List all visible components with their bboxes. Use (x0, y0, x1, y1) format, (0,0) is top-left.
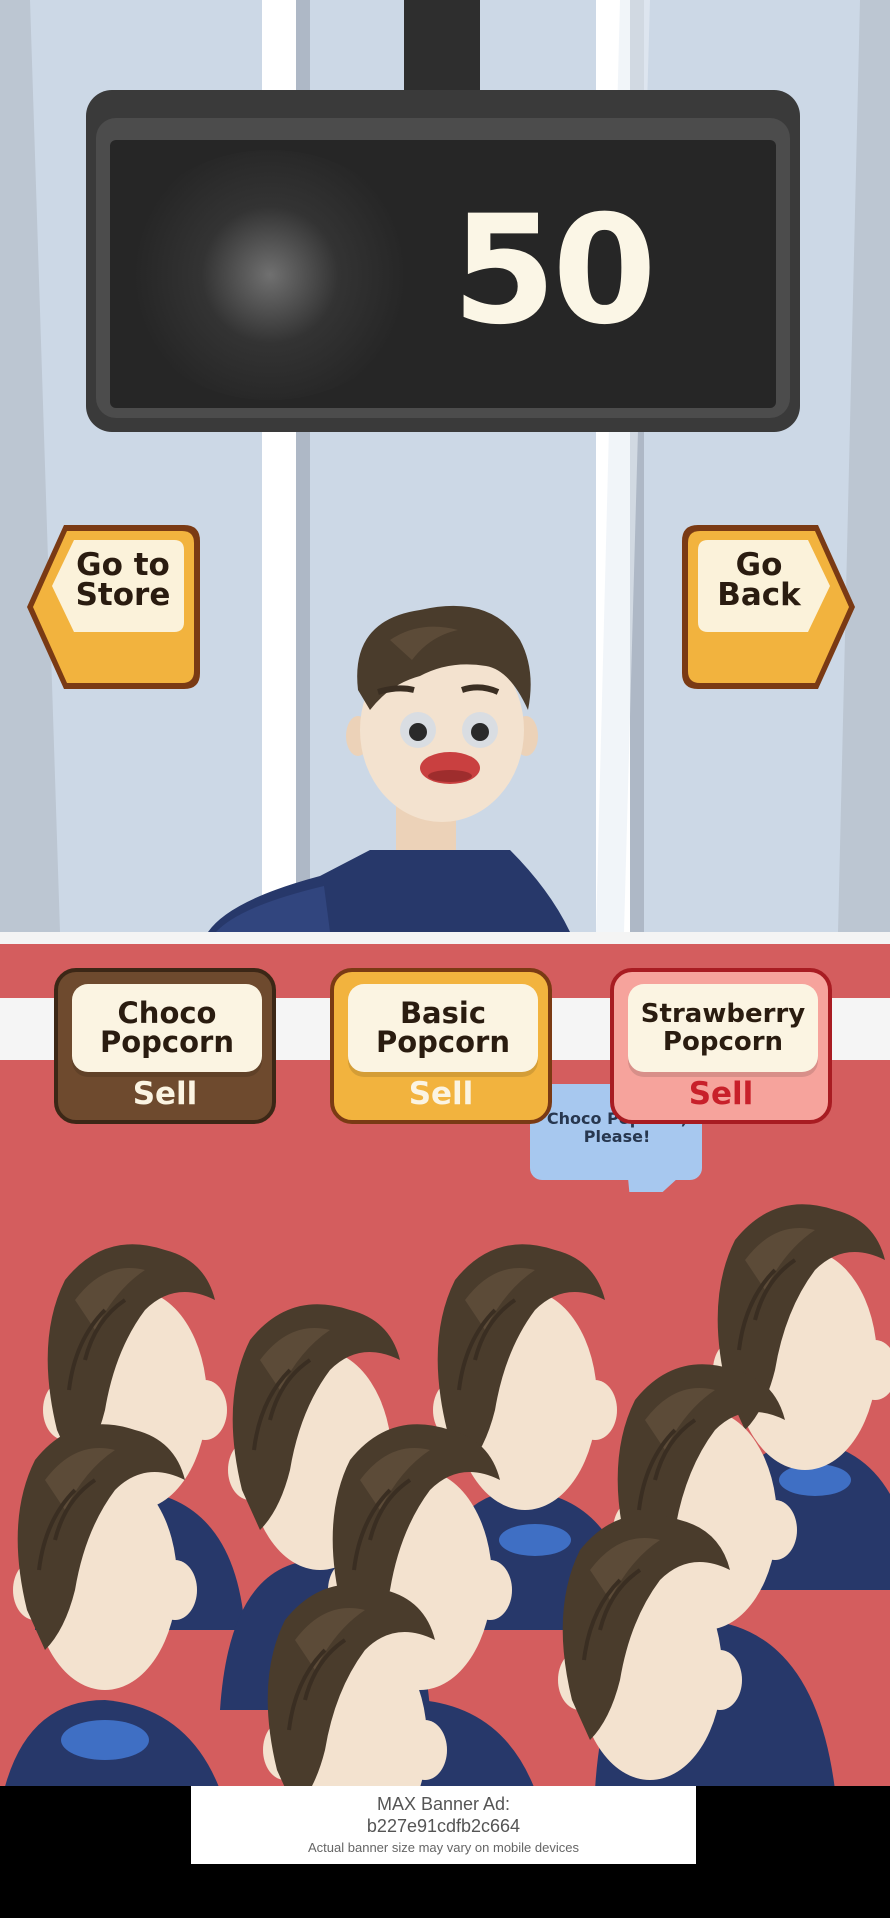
product-name: Choco Popcorn (100, 996, 234, 1059)
sell-label: Sell (408, 1076, 474, 1112)
customer-character (208, 605, 570, 932)
sell-basic-popcorn-button[interactable]: Basic Popcorn Sell (330, 968, 552, 1124)
go-to-store-label: Go to Store (75, 547, 171, 613)
sell-label: Sell (688, 1076, 754, 1112)
scoreboard-glare (120, 150, 420, 400)
ad-banner[interactable]: MAX Banner Ad: b227e91cdfb2c664 Actual b… (191, 1786, 696, 1864)
product-name: Strawberry Popcorn (640, 999, 806, 1057)
ad-note: Actual banner size may vary on mobile de… (308, 1840, 579, 1855)
counter-edge (0, 932, 890, 944)
game-screen: 50 Go to Store Go Back Choco Please! Cho… (0, 0, 890, 1918)
customer-crowd (5, 1202, 890, 1786)
product-label-plate: Strawberry Popcorn (628, 984, 818, 1072)
product-name: Basic Popcorn (376, 996, 510, 1059)
product-label-plate: Choco Popcorn (72, 984, 262, 1072)
sell-label: Sell (132, 1076, 198, 1112)
scoreboard-pole (404, 0, 480, 100)
product-label-plate: Basic Popcorn (348, 984, 538, 1072)
ad-title: MAX Banner Ad: (376, 1794, 511, 1814)
ad-id: b227e91cdfb2c664 (366, 1816, 521, 1836)
go-back-button[interactable]: Go Back (680, 522, 858, 692)
go-back-label: Go Back (717, 547, 801, 613)
sell-choco-popcorn-button[interactable]: Choco Popcorn Sell (54, 968, 276, 1124)
go-to-store-button[interactable]: Go to Store (24, 522, 202, 692)
score-value: 50 (452, 184, 657, 358)
sell-strawberry-popcorn-button[interactable]: Strawberry Popcorn Sell (610, 968, 832, 1124)
